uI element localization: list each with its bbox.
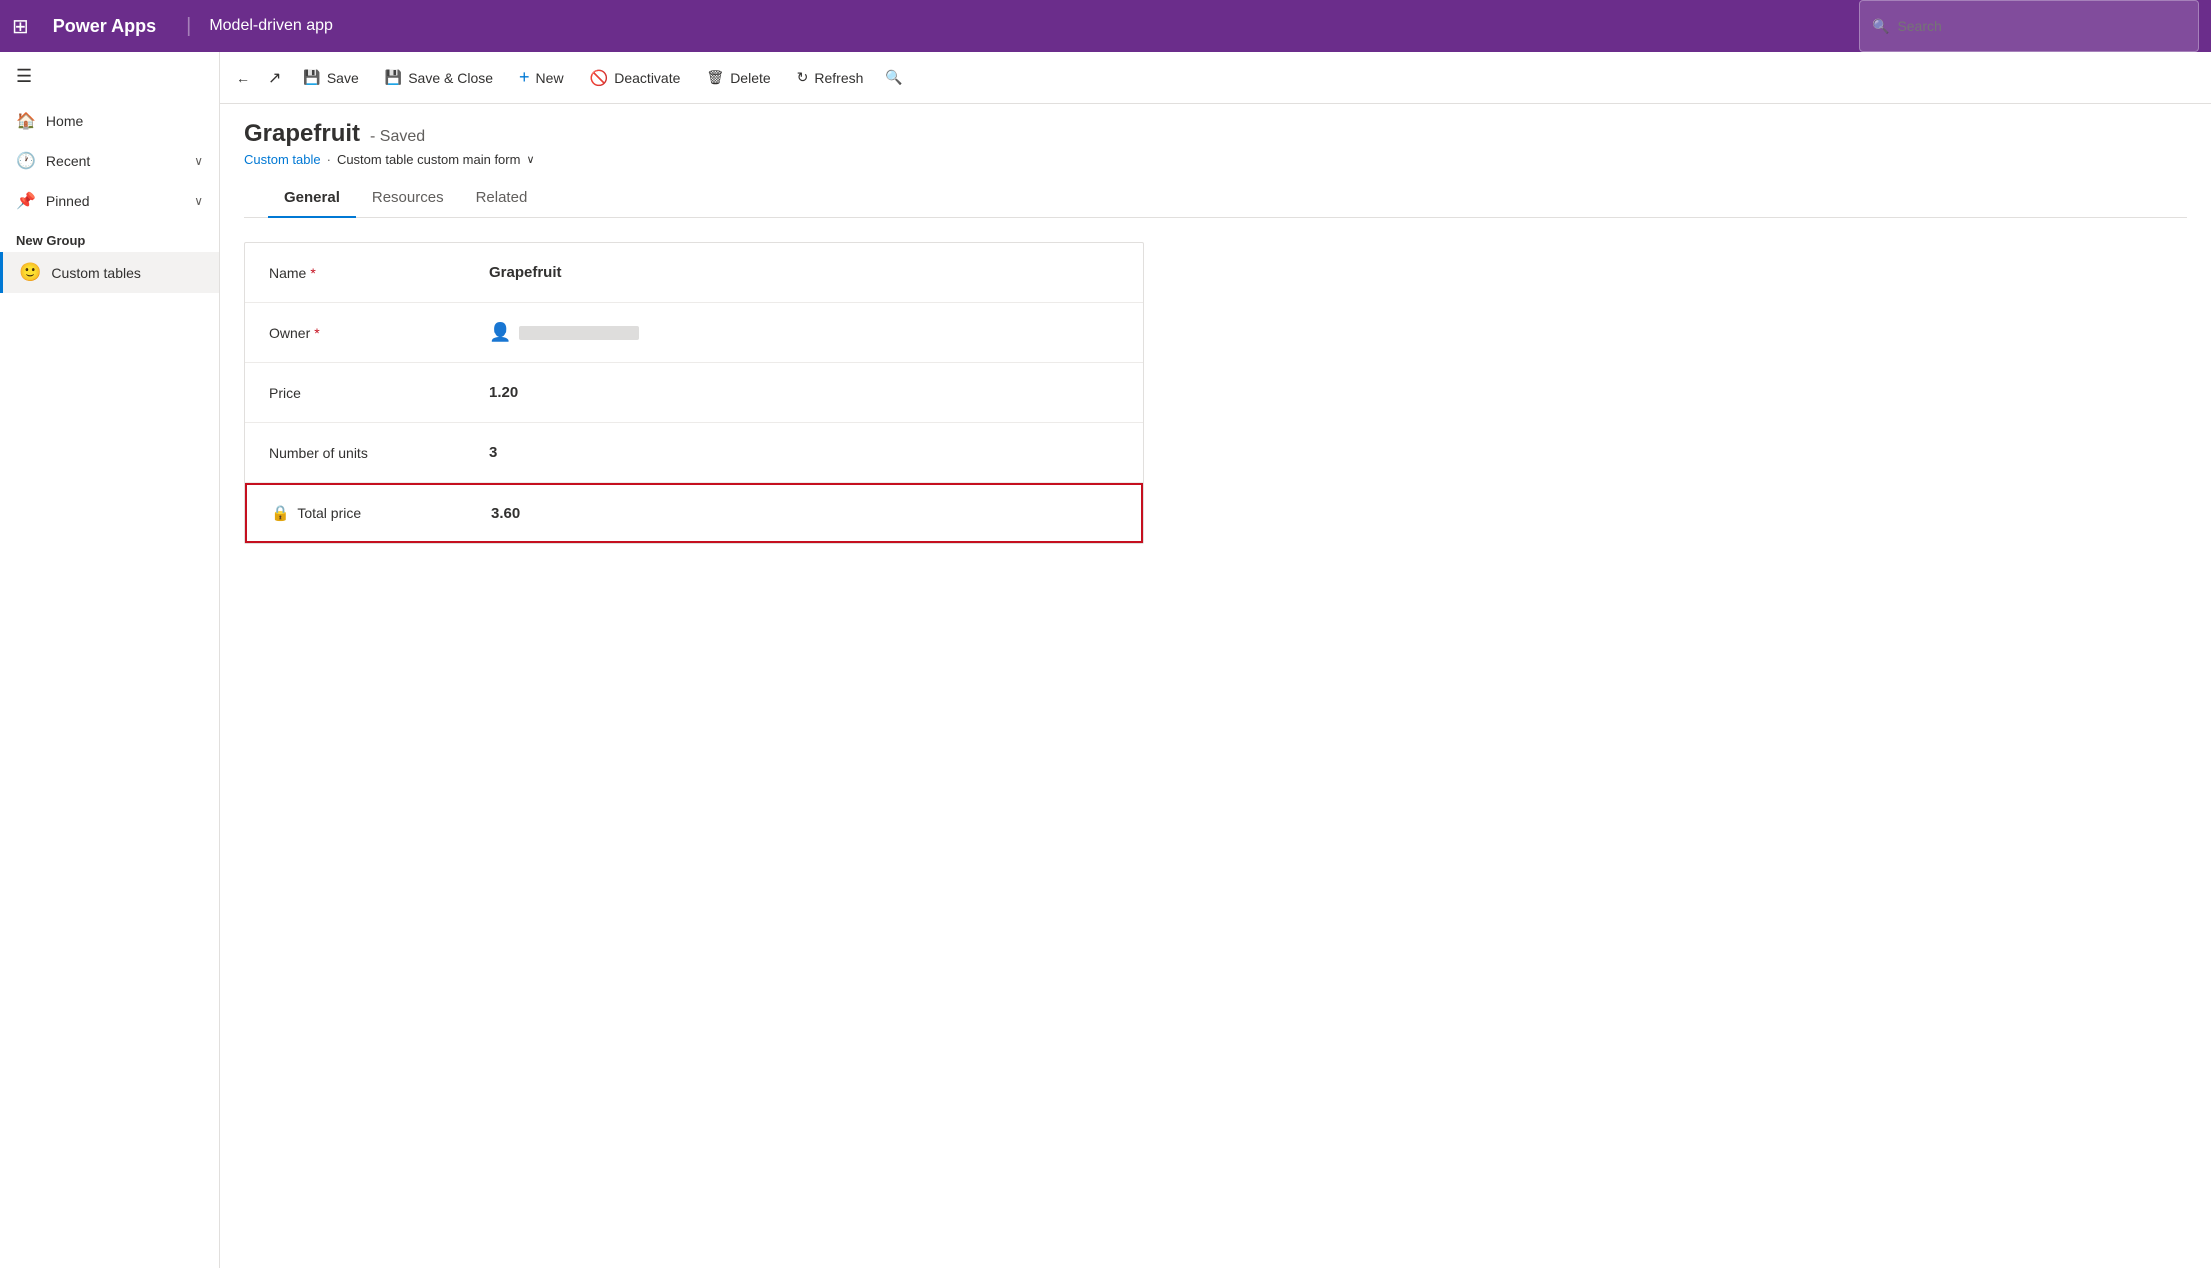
total-price-value: 3.60 xyxy=(491,505,520,522)
search-icon: 🔍 xyxy=(1872,18,1889,35)
app-name: Power Apps xyxy=(41,0,168,52)
refresh-icon: ↻ xyxy=(797,69,809,86)
sidebar-group-label: New Group xyxy=(0,221,219,252)
deactivate-label: Deactivate xyxy=(614,70,680,86)
app-grid-icon[interactable]: ⊞ xyxy=(12,14,29,39)
breadcrumb-chevron-icon: ∨ xyxy=(526,153,534,166)
home-icon: 🏠 xyxy=(16,111,36,131)
owner-required-indicator: * xyxy=(314,325,319,341)
search-button[interactable]: 🔍 xyxy=(877,63,910,92)
refresh-label: Refresh xyxy=(814,70,863,86)
pinned-chevron-icon: ∨ xyxy=(194,194,203,208)
sidebar-item-custom-tables-label: Custom tables xyxy=(51,265,140,281)
save-label: Save xyxy=(327,70,359,86)
back-icon: ← xyxy=(236,70,250,86)
sidebar-item-recent[interactable]: 🕐 Recent ∨ xyxy=(0,141,219,181)
page-status: - Saved xyxy=(370,128,425,146)
owner-name-blurred xyxy=(519,326,639,340)
save-button[interactable]: 💾 Save xyxy=(291,63,370,92)
breadcrumb-form-dropdown[interactable]: Custom table custom main form ∨ xyxy=(337,152,535,167)
save-close-icon: 💾 xyxy=(385,69,402,86)
form-row-owner: Owner * 👤 xyxy=(245,303,1143,363)
custom-tables-emoji-icon: 🙂 xyxy=(19,262,41,283)
tab-resources[interactable]: Resources xyxy=(356,179,460,218)
lock-icon: 🔒 xyxy=(271,505,290,522)
hamburger-menu[interactable]: ☰ xyxy=(0,52,219,101)
form-section: Name * Grapefruit Owner * 👤 xyxy=(244,242,1144,544)
owner-value[interactable]: 👤 xyxy=(489,322,639,343)
tab-general[interactable]: General xyxy=(268,179,356,218)
page-header: Grapefruit - Saved Custom table · Custom… xyxy=(220,104,2211,218)
sidebar-item-pinned-label: Pinned xyxy=(46,193,90,209)
form-row-name: Name * Grapefruit xyxy=(245,243,1143,303)
breadcrumb: Custom table · Custom table custom main … xyxy=(244,152,2187,167)
form-row-number-of-units: Number of units 3 xyxy=(245,423,1143,483)
tabs: General Resources Related xyxy=(244,179,2187,218)
form-area: Name * Grapefruit Owner * 👤 xyxy=(220,218,2211,1268)
new-button[interactable]: + New xyxy=(507,61,576,94)
name-value[interactable]: Grapefruit xyxy=(489,264,562,281)
breadcrumb-separator: · xyxy=(327,152,331,167)
open-button[interactable]: ↗ xyxy=(260,62,289,94)
number-of-units-label: Number of units xyxy=(269,445,489,461)
back-button[interactable]: ← xyxy=(228,64,258,92)
open-icon: ↗ xyxy=(268,68,281,88)
sidebar-item-pinned[interactable]: 📌 Pinned ∨ xyxy=(0,181,219,221)
search-input[interactable] xyxy=(1897,18,2186,34)
price-label: Price xyxy=(269,385,489,401)
price-value[interactable]: 1.20 xyxy=(489,384,518,401)
save-close-label: Save & Close xyxy=(408,70,493,86)
delete-label: Delete xyxy=(730,70,770,86)
sidebar-item-recent-label: Recent xyxy=(46,153,90,169)
delete-icon: 🗑 xyxy=(706,69,724,86)
deactivate-button[interactable]: 🚫 Deactivate xyxy=(578,63,693,93)
sidebar-item-home-label: Home xyxy=(46,113,83,129)
price-text: 1.20 xyxy=(489,384,518,401)
number-of-units-value[interactable]: 3 xyxy=(489,444,497,461)
command-bar: ← ↗ 💾 Save 💾 Save & Close + New 🚫 Deacti… xyxy=(220,52,2211,104)
owner-label: Owner * xyxy=(269,325,489,341)
search-box[interactable]: 🔍 xyxy=(1859,0,2199,52)
form-row-total-price: 🔒 Total price 3.60 xyxy=(245,483,1143,543)
delete-button[interactable]: 🗑 Delete xyxy=(694,63,782,92)
model-name: Model-driven app xyxy=(209,17,333,35)
form-row-price: Price 1.20 xyxy=(245,363,1143,423)
top-navigation: ⊞ Power Apps | Model-driven app 🔍 xyxy=(0,0,2211,52)
refresh-button[interactable]: ↻ Refresh xyxy=(785,63,876,92)
pinned-icon: 📌 xyxy=(16,191,36,211)
sidebar: ☰ 🏠 Home 🕐 Recent ∨ 📌 Pinned ∨ New Group… xyxy=(0,52,220,1268)
deactivate-icon: 🚫 xyxy=(590,69,609,87)
sidebar-item-custom-tables[interactable]: 🙂 Custom tables xyxy=(0,252,219,293)
content-area: ← ↗ 💾 Save 💾 Save & Close + New 🚫 Deacti… xyxy=(220,52,2211,1268)
recent-chevron-icon: ∨ xyxy=(194,154,203,168)
owner-user-icon: 👤 xyxy=(489,322,511,343)
breadcrumb-table-link[interactable]: Custom table xyxy=(244,152,321,167)
name-text: Grapefruit xyxy=(489,264,562,281)
tab-related[interactable]: Related xyxy=(460,179,544,218)
breadcrumb-form-label: Custom table custom main form xyxy=(337,152,521,167)
new-icon: + xyxy=(519,67,530,88)
number-of-units-text: 3 xyxy=(489,444,497,461)
name-required-indicator: * xyxy=(310,265,315,281)
total-price-text: 3.60 xyxy=(491,505,520,522)
name-label: Name * xyxy=(269,265,489,281)
sidebar-item-home[interactable]: 🏠 Home xyxy=(0,101,219,141)
page-title: Grapefruit xyxy=(244,120,360,148)
total-price-label: 🔒 Total price xyxy=(271,504,491,522)
save-close-button[interactable]: 💾 Save & Close xyxy=(373,63,505,92)
search-icon: 🔍 xyxy=(885,69,902,86)
nav-divider: | xyxy=(186,15,191,38)
recent-icon: 🕐 xyxy=(16,151,36,171)
save-icon: 💾 xyxy=(303,69,320,86)
new-label: New xyxy=(536,70,564,86)
